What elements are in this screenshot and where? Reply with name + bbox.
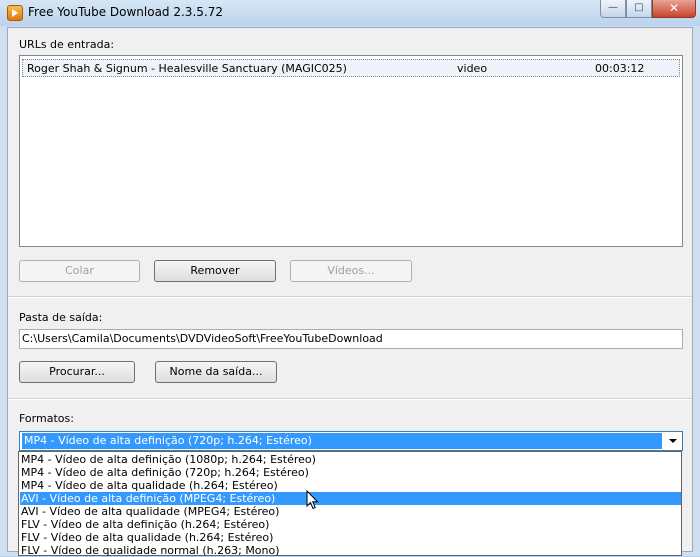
window-title: Free YouTube Download 2.3.5.72 — [28, 5, 223, 19]
minimize-button[interactable]: — — [600, 0, 626, 18]
urls-label: URLs de entrada: — [19, 38, 115, 51]
format-option[interactable]: MP4 - Vídeo de alta definição (1080p; h.… — [20, 453, 681, 466]
urls-list[interactable]: Roger Shah & Signum - Healesville Sanctu… — [19, 55, 683, 247]
format-option[interactable]: FLV - Vídeo de qualidade normal (h.263; … — [20, 544, 681, 557]
format-dropdown-list[interactable]: MP4 - Vídeo de alta definição (1080p; h.… — [18, 451, 682, 557]
url-type: video — [457, 62, 488, 75]
url-title: Roger Shah & Signum - Healesville Sanctu… — [27, 62, 347, 75]
list-item[interactable]: Roger Shah & Signum - Healesville Sanctu… — [22, 59, 680, 77]
title-bar[interactable]: Free YouTube Download 2.3.5.72 — □ ✕ — [0, 0, 700, 26]
paste-button[interactable]: Colar — [19, 260, 140, 282]
videos-button[interactable]: Vídeos... — [290, 260, 412, 282]
format-selected-value: MP4 - Vídeo de alta definição (720p; h.2… — [22, 433, 662, 449]
format-option[interactable]: FLV - Vídeo de alta qualidade (h.264; Es… — [20, 531, 681, 544]
format-option[interactable]: AVI - Vídeo de alta qualidade (MPEG4; Es… — [20, 505, 681, 518]
maximize-icon: □ — [634, 2, 644, 13]
formats-label: Formatos: — [19, 412, 74, 425]
chevron-down-icon[interactable] — [669, 439, 677, 443]
play-icon — [7, 5, 23, 21]
close-icon: ✕ — [668, 1, 680, 15]
url-duration: 00:03:12 — [595, 62, 645, 75]
remove-button[interactable]: Remover — [154, 260, 276, 282]
divider — [8, 296, 692, 298]
browse-button[interactable]: Procurar... — [19, 361, 135, 383]
divider — [8, 398, 692, 400]
output-folder-label: Pasta de saída: — [19, 311, 103, 324]
format-option[interactable]: MP4 - Vídeo de alta definição (720p; h.2… — [20, 466, 681, 479]
mouse-pointer-icon — [306, 490, 319, 510]
close-button[interactable]: ✕ — [652, 0, 696, 18]
format-option[interactable]: MP4 - Vídeo de alta qualidade (h.264; Es… — [20, 479, 681, 492]
format-option-highlighted[interactable]: AVI - Vídeo de alta definição (MPEG4; Es… — [20, 492, 681, 505]
format-option[interactable]: FLV - Vídeo de alta definição (h.264; Es… — [20, 518, 681, 531]
output-path-field[interactable]: C:\Users\Camila\Documents\DVDVideoSoft\F… — [19, 329, 683, 349]
maximize-button[interactable]: □ — [626, 0, 652, 18]
format-select[interactable]: MP4 - Vídeo de alta definição (720p; h.2… — [19, 431, 683, 451]
output-name-button[interactable]: Nome da saída... — [155, 361, 277, 383]
minimize-icon: — — [608, 2, 618, 13]
